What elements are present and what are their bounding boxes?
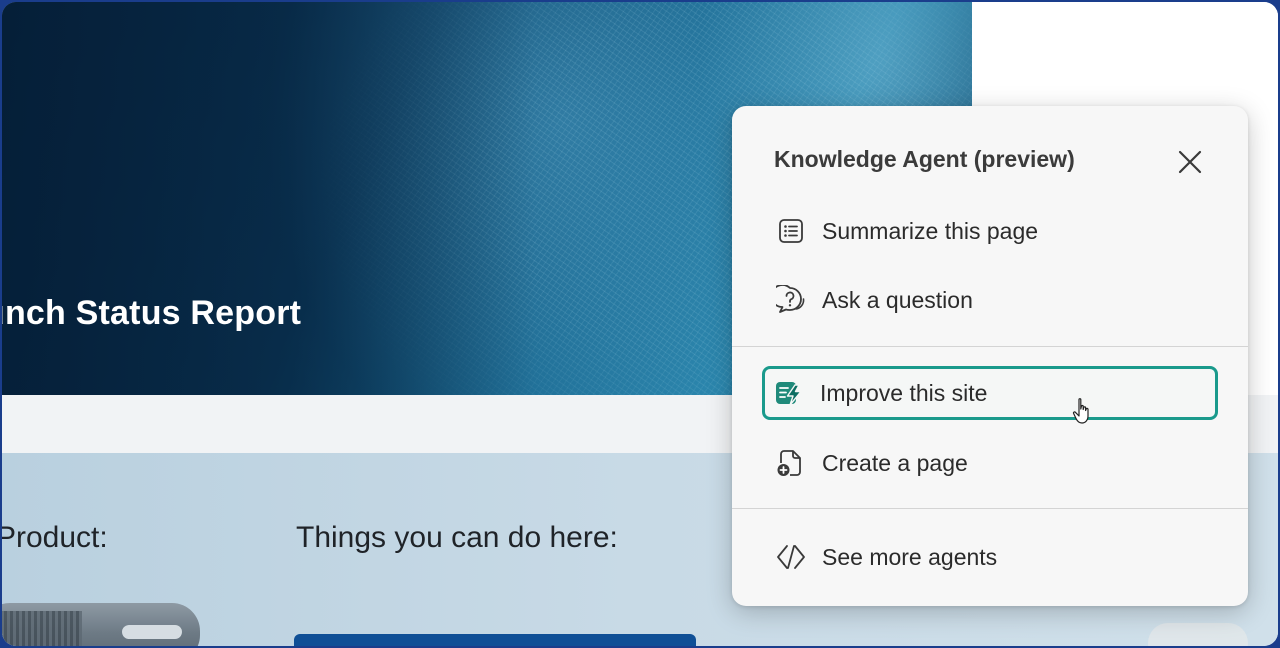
product-heading: Product: [2,521,108,554]
add-page-icon [774,446,808,480]
menu-item-label: Summarize this page [822,217,1039,244]
menu-item-label: Improve this site [820,379,988,406]
product-image [2,603,200,646]
close-icon [1178,150,1202,174]
menu-divider [732,508,1248,509]
partial-button[interactable] [1148,623,1248,646]
panel-title: Knowledge Agent (preview) [774,146,1075,172]
menu-item-summarize[interactable]: Summarize this page [764,204,1216,258]
page-title: unch Status Report [2,294,302,332]
things-heading: Things you can do here: [296,521,618,554]
question-chat-icon [774,283,808,317]
list-icon [774,214,808,248]
menu-divider [732,346,1248,347]
app-frame: unch Status Report Product: Things you c… [2,2,1278,646]
menu-item-improve-site[interactable]: Improve this site [762,366,1218,420]
knowledge-agent-panel: Knowledge Agent (preview) Summarize this… [732,106,1248,606]
menu-item-see-more-agents[interactable]: See more agents [764,530,1216,584]
menu-item-create-page[interactable]: Create a page [764,436,1216,490]
action-button[interactable] [294,634,696,646]
menu-item-label: Ask a question [822,286,973,313]
improve-site-icon [772,376,806,410]
close-button[interactable] [1170,142,1210,182]
menu-item-label: See more agents [822,543,998,570]
menu-item-label: Create a page [822,449,968,476]
menu-item-ask-question[interactable]: Ask a question [764,273,1216,327]
code-diamond-icon [774,540,808,574]
